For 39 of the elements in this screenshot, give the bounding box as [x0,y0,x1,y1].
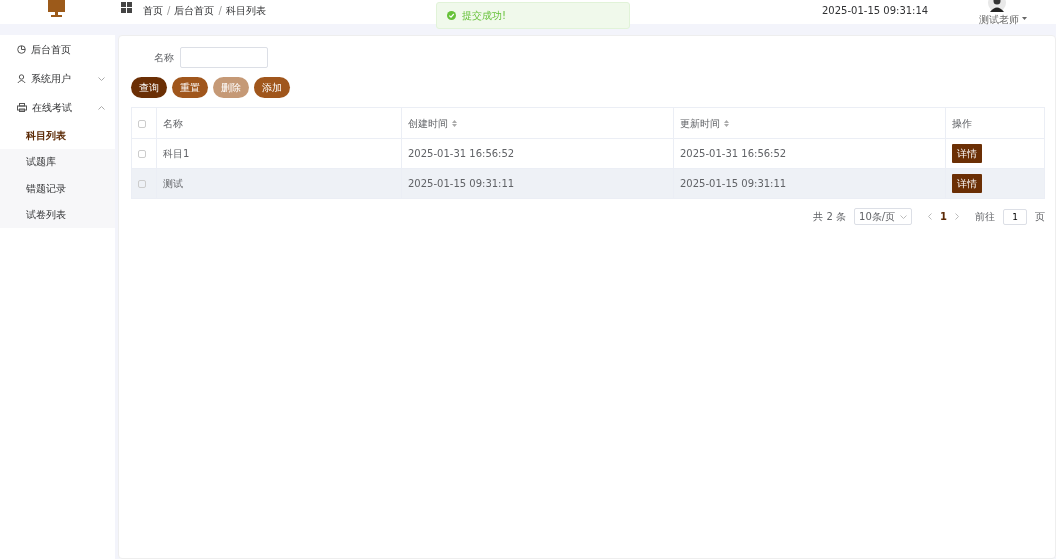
add-button[interactable]: 添加 [254,77,290,98]
page-number[interactable]: 1 [940,209,947,224]
toast-message: 提交成功! [436,2,630,29]
reset-button[interactable]: 重置 [172,77,208,98]
table-cell: 2025-01-31 16:56:52 [680,148,787,159]
field-label: 名称 [154,50,174,65]
breadcrumb-link[interactable]: 后台首页 [174,3,215,18]
table-row[interactable]: 科目1 2025-01-31 16:56:52 2025-01-31 16:56:52 详情 [131,138,1045,169]
breadcrumb-separator: / [167,4,171,18]
details-button[interactable]: 详情 [952,144,982,163]
sidebar-item[interactable]: 在线考试 [0,93,115,122]
details-button[interactable]: 详情 [952,174,982,193]
column-header: 操作 [952,117,972,129]
sidebar-subitem[interactable]: 试题库 [0,148,115,175]
page-suffix: 页 [1035,210,1045,224]
table-cell: 科目1 [163,148,190,159]
user-menu[interactable]: 测试老师 [979,12,1019,27]
breadcrumb-item: 科目列表 [225,4,266,18]
table-row[interactable]: 测试 2025-01-15 09:31:11 2025-01-15 09:31:11 详情 [131,168,1045,199]
sidebar-subitem[interactable]: 科目列表 [0,122,115,149]
table-cell: 2025-01-15 09:31:11 [680,178,787,189]
page-size-select[interactable]: 10条/页 [854,208,913,225]
table-cell: 2025-01-15 09:31:11 [408,178,515,189]
table-cell: 测试 [163,178,183,189]
breadcrumb-link[interactable]: 首页 [143,3,163,18]
column-header: 创建时间 [408,117,448,129]
page-jump-field[interactable]: 1 [1003,208,1027,225]
sidebar-subitem[interactable]: 错题记录 [0,175,115,202]
sidebar-subitem[interactable]: 试卷列表 [0,201,115,228]
query-button[interactable]: 查询 [131,77,167,98]
jump-label: 前往 [975,210,995,224]
datetime-text: 2025-01-15 09:31:14 [822,4,929,18]
sidebar-item[interactable]: 后台首页 [0,35,115,64]
column-header: 名称 [163,117,183,129]
sidebar-item[interactable]: 系统用户 [0,64,115,93]
breadcrumb-separator: / [218,4,222,18]
total-count: 共 2 条 [813,210,847,224]
table-cell: 2025-01-31 16:56:52 [408,148,515,159]
column-header: 更新时间 [680,117,720,129]
